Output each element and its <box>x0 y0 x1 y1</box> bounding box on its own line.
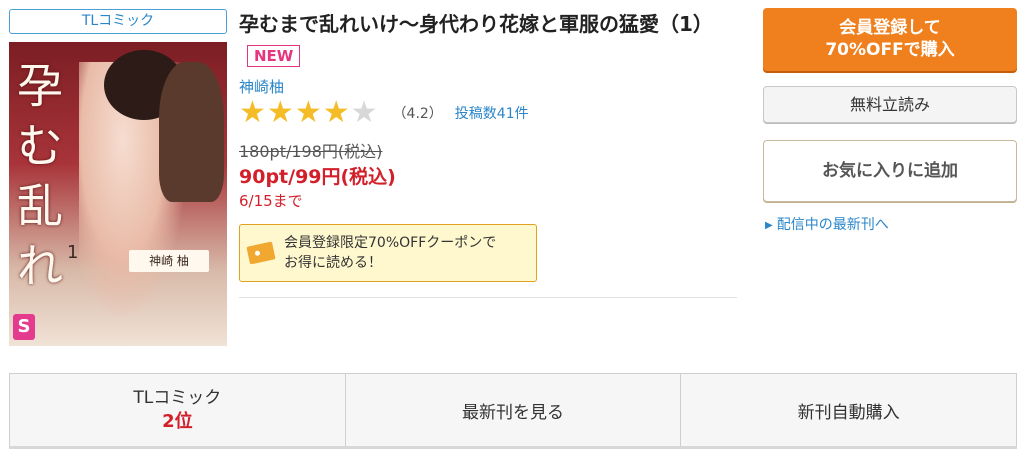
sale-price: 90pt/99円(税込) <box>239 166 396 188</box>
star-empty-icon: ★ <box>350 95 378 130</box>
add-favorite-button[interactable]: お気に入りに追加 <box>763 140 1017 202</box>
coupon-ticket-icon <box>246 241 276 265</box>
coupon-banner[interactable]: 会員登録限定70%OFFクーポンで お得に読める！ <box>239 224 537 282</box>
cover-author: 神崎 柚 <box>129 250 209 272</box>
cover-volume: 1 <box>67 242 79 263</box>
coupon-text: 会員登録限定70%OFFクーポンで お得に読める！ <box>284 233 496 273</box>
ranking-value: 2位 <box>162 410 193 432</box>
divider <box>239 297 737 298</box>
star-filled-icon: ★ <box>239 95 266 130</box>
ranking-cell[interactable]: TLコミック 2位 <box>10 374 346 447</box>
original-price: 180pt/198円(税込) <box>239 142 383 161</box>
publisher-logo: S <box>13 314 35 340</box>
bottom-action-bar: TLコミック 2位 最新刊を見る 新刊自動購入 <box>9 373 1017 448</box>
auto-purchase-button[interactable]: 新刊自動購入 <box>681 374 1016 447</box>
book-title: 孕むまで乱れいけ〜身代わり花嫁と軍服の猛愛（1） NEW <box>239 8 739 72</box>
register-and-buy-button[interactable]: 会員登録して 70%OFFで購入 <box>763 8 1017 71</box>
bottom-bar-shadow <box>9 446 1017 449</box>
register-button-line2: 70%OFFで購入 <box>825 40 955 60</box>
triangle-right-icon: ▶ <box>765 220 773 231</box>
review-count-link[interactable]: 投稿数41件 <box>455 103 529 123</box>
book-title-text: 孕むまで乱れいけ〜身代わり花嫁と軍服の猛愛（1） <box>239 12 713 36</box>
rating-score: （4.2） <box>392 106 443 122</box>
view-latest-button[interactable]: 最新刊を見る <box>346 374 682 447</box>
rating-row: ★ ★ ★ ★ ★ （4.2） 投稿数41件 <box>239 98 529 128</box>
latest-volume-link[interactable]: ▶ 配信中の最新刊へ <box>765 214 889 234</box>
sale-deadline: 6/15まで <box>239 192 303 210</box>
coupon-text-line2: お得に読める！ <box>284 255 382 271</box>
cover-figure-hair-2 <box>159 62 224 202</box>
latest-volume-link-label: 配信中の最新刊へ <box>776 217 889 233</box>
star-filled-icon: ★ <box>322 95 350 130</box>
register-button-line1: 会員登録して <box>839 18 941 38</box>
ranking-category: TLコミック <box>133 387 222 408</box>
book-cover-image[interactable]: 孕む乱れ 1 神崎 柚 S <box>9 42 227 346</box>
star-filled-icon: ★ <box>294 95 322 130</box>
new-badge: NEW <box>247 45 301 67</box>
category-tag[interactable]: TLコミック <box>9 9 227 34</box>
coupon-text-line1: 会員登録限定70%OFFクーポンで <box>284 235 497 251</box>
free-trial-read-button[interactable]: 無料立読み <box>763 86 1017 123</box>
author-link[interactable]: 神崎柚 <box>239 76 284 97</box>
star-filled-icon: ★ <box>266 95 294 130</box>
